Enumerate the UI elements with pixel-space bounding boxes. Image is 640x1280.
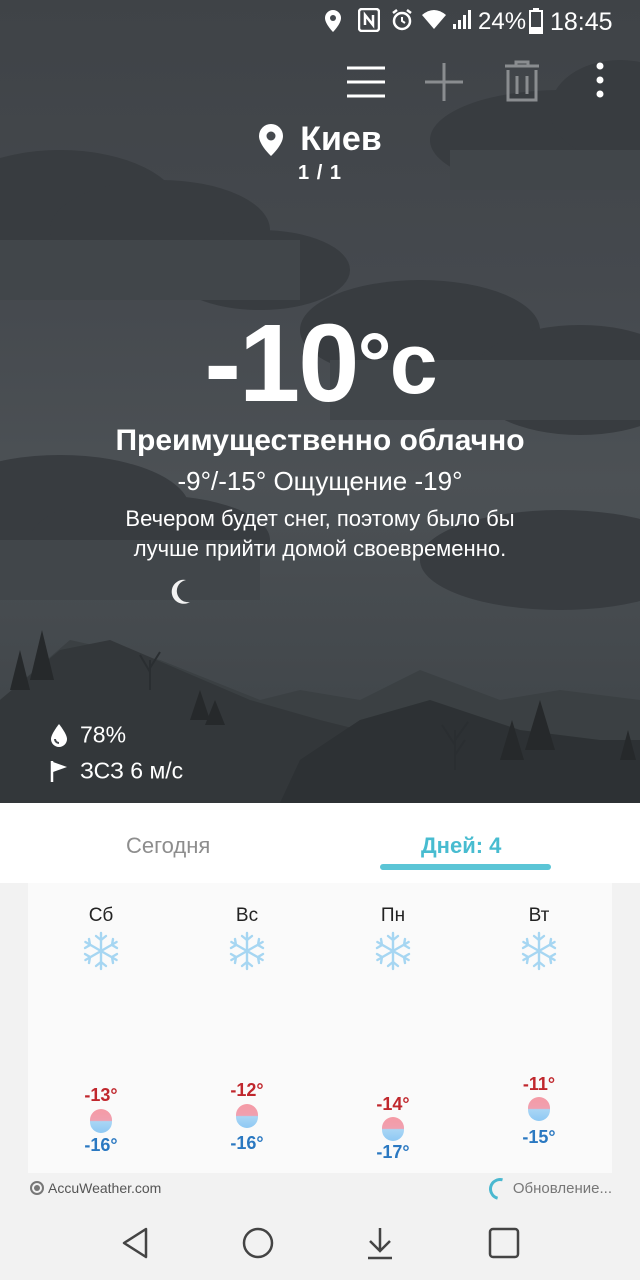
battery-percent: 24% xyxy=(478,8,527,35)
low-temp: -16° xyxy=(230,1133,264,1153)
snowflake-icon xyxy=(375,931,411,971)
delete-icon[interactable] xyxy=(498,58,546,106)
update-text: Обновление... xyxy=(512,1179,612,1197)
high-temp: -11° xyxy=(522,1074,556,1094)
weather-advice: Вечером будет снег, поэтому было бы лучш… xyxy=(125,506,515,561)
high-temp: -14° xyxy=(376,1094,410,1114)
location-pin-icon xyxy=(259,123,284,156)
battery-icon xyxy=(529,8,543,34)
alarm-icon xyxy=(392,9,412,31)
temperature-value: -10 xyxy=(204,302,359,425)
wind-value: ЗСЗ 6 м/с xyxy=(80,757,184,784)
high-temp: -12° xyxy=(230,1080,264,1100)
more-icon[interactable] xyxy=(576,58,624,106)
low-temp: -16° xyxy=(84,1135,118,1155)
temp-range-indicator xyxy=(236,1104,258,1128)
status-bar: 24% 18:45 xyxy=(0,0,640,44)
system-nav-bar xyxy=(0,1205,640,1280)
temp-range-indicator xyxy=(528,1097,550,1121)
update-status[interactable]: Обновление... xyxy=(484,1173,612,1205)
forecast-day[interactable]: Вс -12° -16° xyxy=(187,883,307,1173)
weather-hero: 24% 18:45 Киев 1 / 1 -10°c Преимуществен… xyxy=(0,0,640,803)
temp-range-indicator xyxy=(90,1109,112,1133)
snowflake-icon xyxy=(521,931,557,971)
snowflake-icon xyxy=(83,931,119,971)
day-name: Сб xyxy=(88,905,114,926)
accuweather-link[interactable]: AccuWeather.com xyxy=(30,1180,161,1196)
forecast-day[interactable]: Пн -14° -17° xyxy=(333,883,453,1173)
min-max-feels: -9°/-15° Ощущение -19° xyxy=(177,466,463,496)
temperature-unit: °c xyxy=(357,316,437,412)
day-name: Пн xyxy=(380,905,406,926)
location-header[interactable]: Киев xyxy=(0,120,640,159)
wind-flag-icon xyxy=(50,760,67,782)
clock: 18:45 xyxy=(550,8,613,36)
refresh-spinner-icon xyxy=(484,1173,515,1205)
wifi-icon xyxy=(422,10,446,29)
low-temp: -17° xyxy=(376,1142,410,1162)
add-icon[interactable] xyxy=(420,58,468,106)
tab-days[interactable]: Дней: 4 xyxy=(421,833,501,859)
snowflake-icon xyxy=(229,931,265,971)
daily-forecast-panel: Сб -13° -16° Вс -12° -16° Пн -14° -17° В… xyxy=(28,883,612,1173)
humidity-row: 78% xyxy=(50,720,126,748)
low-temp: -15° xyxy=(522,1127,556,1147)
signal-icon xyxy=(453,10,471,29)
high-temp: -13° xyxy=(84,1085,118,1105)
forecast-tabs: Сегодня Дней: 4 xyxy=(0,803,640,883)
recent-apps-icon[interactable] xyxy=(484,1223,524,1263)
tab-today[interactable]: Сегодня xyxy=(126,833,210,859)
menu-icon[interactable] xyxy=(342,58,390,106)
notification-pull-icon[interactable] xyxy=(360,1223,400,1263)
temp-range-indicator xyxy=(382,1117,404,1141)
condition-text: Преимущественно облачно xyxy=(115,424,525,457)
back-icon[interactable] xyxy=(116,1223,156,1263)
day-name: Вт xyxy=(528,905,550,926)
city-name: Киев xyxy=(300,120,382,158)
humidity-drop-icon xyxy=(51,723,67,747)
location-icon xyxy=(325,10,341,32)
current-temperature: -10°c xyxy=(0,300,640,427)
nfc-icon xyxy=(358,8,380,32)
humidity-value: 78% xyxy=(80,721,127,748)
home-icon[interactable] xyxy=(238,1223,278,1263)
day-name: Вс xyxy=(235,905,259,926)
page-indicator: 1 / 1 xyxy=(298,162,342,184)
forecast-day[interactable]: Сб -13° -16° xyxy=(41,883,161,1173)
forecast-day[interactable]: Вт -11° -15° xyxy=(479,883,599,1173)
brand-text: AccuWeather.com xyxy=(48,1180,162,1196)
wind-row: ЗСЗ 6 м/с xyxy=(50,756,183,784)
accuweather-logo-icon xyxy=(30,1181,44,1195)
active-tab-indicator xyxy=(380,864,551,870)
